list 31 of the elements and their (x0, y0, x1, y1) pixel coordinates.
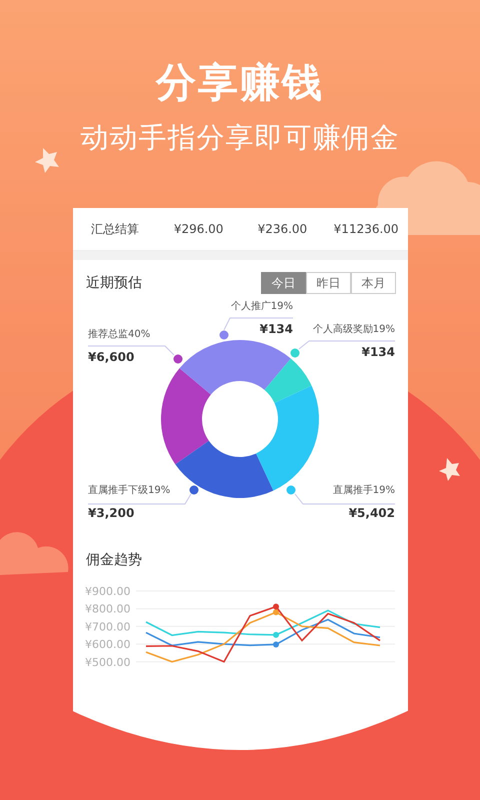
segment-amount: ¥5,402 (348, 506, 395, 521)
axis-label: ¥700.00 (85, 620, 130, 634)
section-title: 近期预估 (86, 274, 142, 292)
section-title: 佣金趋势 (86, 552, 142, 568)
period-tab[interactable]: 昨日 (306, 272, 351, 294)
cloud-drawing (0, 532, 68, 575)
star-icon (439, 458, 460, 481)
point-marker (273, 632, 279, 638)
segment-amount: ¥3,200 (88, 506, 134, 521)
axis-label: ¥800.00 (85, 602, 130, 616)
point-marker (273, 641, 279, 648)
segment-amount: ¥6,600 (88, 350, 134, 365)
axis-label: ¥600.00 (85, 638, 130, 652)
summary-amount: ¥11236.00 (332, 222, 400, 236)
segment-amount: ¥134 (362, 345, 395, 360)
period-tab[interactable]: 本月 (351, 272, 396, 294)
summary-amount: ¥236.00 (256, 222, 308, 236)
period-tab[interactable]: 今日 (261, 272, 306, 294)
segment-name: 个人高级奖励19% (312, 323, 395, 337)
star-icon (35, 148, 59, 173)
summary-label: 汇总结算 (90, 220, 140, 238)
segment-name: 直属推手下级19% (88, 484, 170, 498)
subtitle: 动动手指分享即可赚佣金 (80, 120, 400, 156)
segment-name: 个人推广19% (230, 300, 293, 314)
summary-amount: ¥296.00 (172, 222, 224, 236)
segment-amount: ¥134 (260, 322, 293, 337)
axis-label: ¥500.00 (85, 656, 130, 669)
segment-name: 推荐总监40% (88, 328, 150, 342)
axis-label: ¥900.00 (85, 585, 130, 598)
segment-name: 直属推手19% (332, 484, 395, 498)
headline: 分享赚钱 (156, 59, 324, 108)
